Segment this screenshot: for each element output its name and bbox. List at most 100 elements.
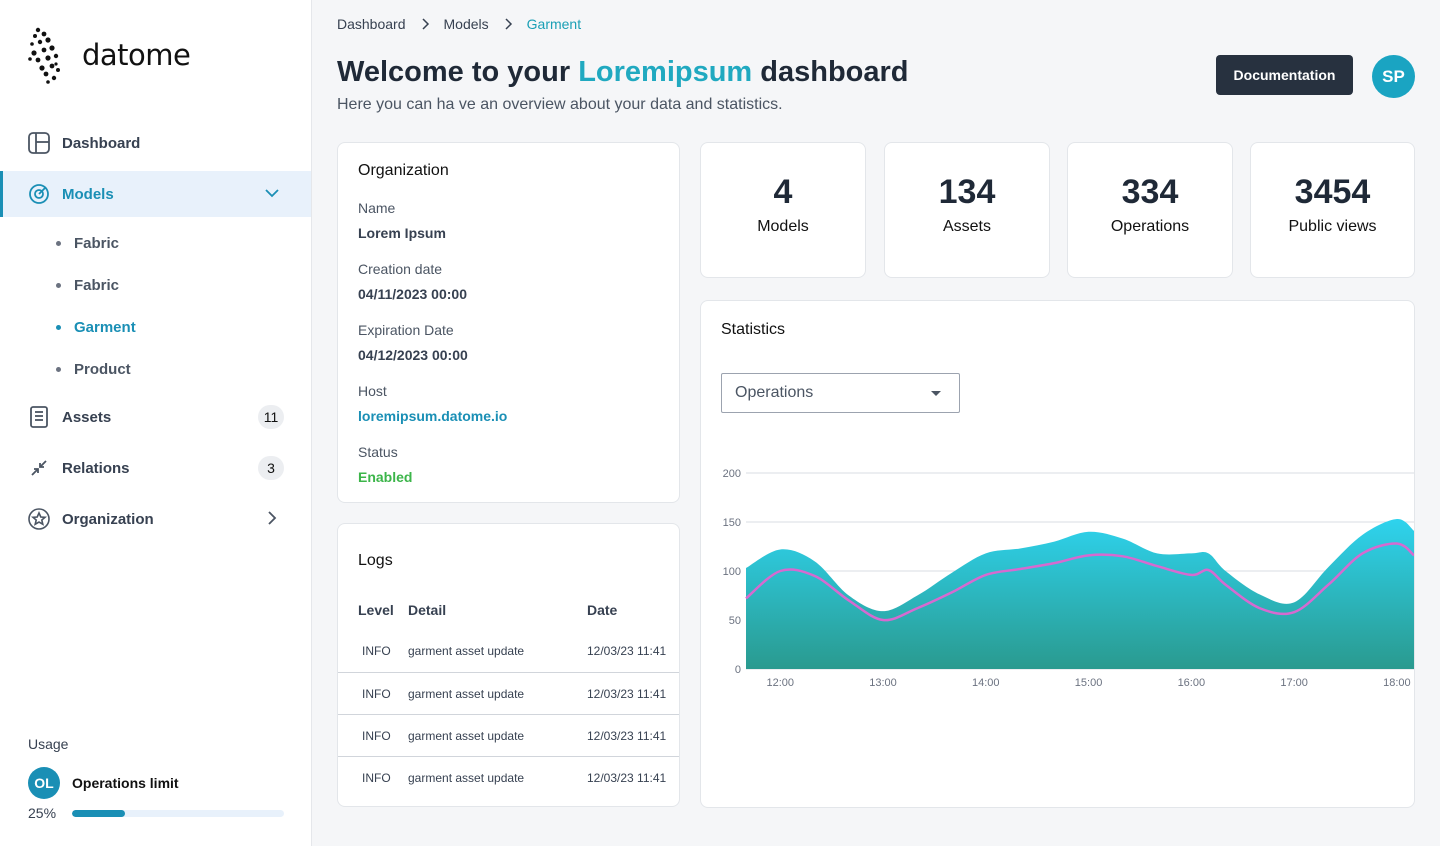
- log-date: 12/03/23 11:41: [587, 771, 667, 785]
- usage-progress-fill: [72, 809, 125, 817]
- sidebar-item-label: Relations: [62, 459, 130, 477]
- column-header: Detail: [408, 602, 447, 618]
- breadcrumb: Dashboard Models Garment: [337, 16, 581, 32]
- page-subtitle: Here you can ha ve an overview about you…: [337, 96, 783, 113]
- bullet-icon: [56, 366, 61, 372]
- chevron-right-icon: [505, 18, 512, 30]
- collapse-arrows-icon: [27, 456, 51, 480]
- breadcrumb-item[interactable]: Dashboard: [337, 16, 406, 32]
- metric-select[interactable]: Operations: [721, 373, 960, 413]
- log-level: INFO: [362, 687, 391, 701]
- column-header: Date: [587, 602, 618, 618]
- x-tick-label: 14:00: [972, 677, 1000, 689]
- log-detail: garment asset update: [408, 729, 525, 743]
- log-detail: garment asset update: [408, 687, 525, 701]
- sidebar-nav: Dashboard Models Fabric Fabric Garment P…: [0, 120, 311, 547]
- field-label: Status: [358, 444, 398, 460]
- documentation-button[interactable]: Documentation: [1216, 55, 1353, 95]
- card-title: Logs: [358, 552, 393, 569]
- submenu-item-label: Fabric: [74, 276, 120, 294]
- usage-progress-bar: [72, 809, 284, 817]
- stat-card-operations: 334 Operations: [1067, 142, 1233, 278]
- sidebar-item-label: Dashboard: [62, 134, 141, 152]
- breadcrumb-current: Garment: [526, 16, 582, 32]
- sidebar-item-label: Models: [62, 185, 114, 203]
- y-tick-label: 100: [723, 566, 741, 578]
- stat-label: Public views: [1288, 218, 1377, 235]
- chevron-right-icon: [421, 18, 429, 30]
- field-label: Expiration Date: [358, 322, 454, 338]
- table-row: INFO garment asset update 12/03/23 11:41: [338, 672, 679, 714]
- bullet-icon: [56, 282, 61, 288]
- column-header: Level: [358, 602, 394, 618]
- usage-percent: 25%: [28, 805, 57, 821]
- host-link[interactable]: loremipsum.datome.io: [358, 408, 659, 424]
- stat-card-models: 4 Models: [700, 142, 866, 278]
- submenu-item-fabric[interactable]: Fabric: [0, 222, 311, 264]
- submenu-item-label: Garment: [74, 318, 136, 336]
- field-label: Host: [358, 383, 387, 399]
- log-level: INFO: [362, 644, 391, 658]
- submenu-item-label: Product: [74, 360, 131, 378]
- status-value: Enabled: [358, 469, 413, 485]
- field-value: Lorem Ipsum: [358, 225, 446, 241]
- table-row: INFO garment asset update 12/03/23 11:41: [338, 714, 679, 756]
- card-title: Statistics: [721, 321, 786, 338]
- count-badge: 3: [258, 456, 284, 480]
- stat-value: 134: [938, 173, 996, 211]
- x-tick-label: 18:00: [1383, 677, 1411, 689]
- submenu-item-product[interactable]: Product: [0, 348, 311, 390]
- sidebar-item-relations[interactable]: Relations 3: [0, 445, 311, 491]
- target-icon: [27, 182, 51, 206]
- log-date: 12/03/23 11:41: [587, 687, 667, 701]
- log-level: INFO: [362, 771, 391, 785]
- logs-card: Logs Level Detail Date INFO garment asse…: [337, 523, 680, 807]
- models-submenu: Fabric Fabric Garment Product: [0, 222, 311, 390]
- area-series: [746, 519, 1414, 669]
- chevron-down-icon[interactable]: [263, 184, 281, 202]
- user-avatar[interactable]: SP: [1372, 55, 1415, 98]
- statistics-card: Statistics Operations 0 50 100 150 200 12:00 1…: [700, 300, 1415, 808]
- table-row: INFO garment asset update 12/03/23 11:41: [338, 630, 679, 672]
- title-suffix: dashboard: [760, 56, 909, 88]
- field-label: Name: [358, 200, 396, 216]
- bullet-icon: [56, 324, 61, 330]
- usage-title: Usage: [28, 736, 69, 752]
- sidebar-item-models[interactable]: Models: [0, 171, 311, 217]
- logo-icon: [28, 27, 60, 84]
- log-detail: garment asset update: [408, 771, 525, 785]
- stat-card-public-views: 3454 Public views: [1250, 142, 1415, 278]
- caret-down-icon: [931, 391, 941, 396]
- count-badge: 11: [258, 405, 284, 429]
- stat-card-assets: 134 Assets: [884, 142, 1050, 278]
- page-title: Welcome to your Loremipsum dashboard: [337, 56, 909, 89]
- stat-value: 4: [773, 173, 793, 211]
- usage-panel: Usage OL Operations limit 25%: [28, 736, 284, 821]
- title-accent: Loremipsum: [578, 56, 753, 88]
- document-icon: [27, 405, 51, 429]
- stat-label: Assets: [942, 218, 991, 235]
- table-row: INFO garment asset update 12/03/23 11:41: [338, 756, 679, 798]
- brand-name: datome: [82, 38, 191, 72]
- field-label: Creation date: [358, 261, 443, 277]
- bullet-icon: [56, 240, 61, 246]
- chevron-right-icon[interactable]: [263, 509, 281, 527]
- brand-logo[interactable]: datome: [26, 26, 191, 84]
- submenu-item-garment[interactable]: Garment: [0, 306, 311, 348]
- field-value: 04/11/2023 00:00: [358, 286, 467, 302]
- sidebar-item-assets[interactable]: Assets 11: [0, 394, 311, 440]
- sidebar-item-label: Assets: [62, 408, 112, 426]
- x-tick-label: 13:00: [869, 677, 897, 689]
- submenu-item-fabric[interactable]: Fabric: [0, 264, 311, 306]
- sidebar-item-organization[interactable]: Organization: [0, 496, 311, 542]
- stat-value: 3454: [1294, 173, 1371, 211]
- sidebar-item-dashboard[interactable]: Dashboard: [0, 120, 311, 166]
- x-tick-label: 17:00: [1280, 677, 1308, 689]
- sidebar-item-label: Organization: [62, 510, 154, 528]
- stat-label: Models: [757, 218, 809, 235]
- breadcrumb-item[interactable]: Models: [444, 16, 489, 32]
- log-date: 12/03/23 11:41: [587, 729, 667, 743]
- log-level: INFO: [362, 729, 391, 743]
- x-tick-label: 12:00: [766, 677, 794, 689]
- statistics-chart: 0 50 100 150 200 12:00 13:00 14:00 15:00 16:00 17:…: [723, 468, 1414, 689]
